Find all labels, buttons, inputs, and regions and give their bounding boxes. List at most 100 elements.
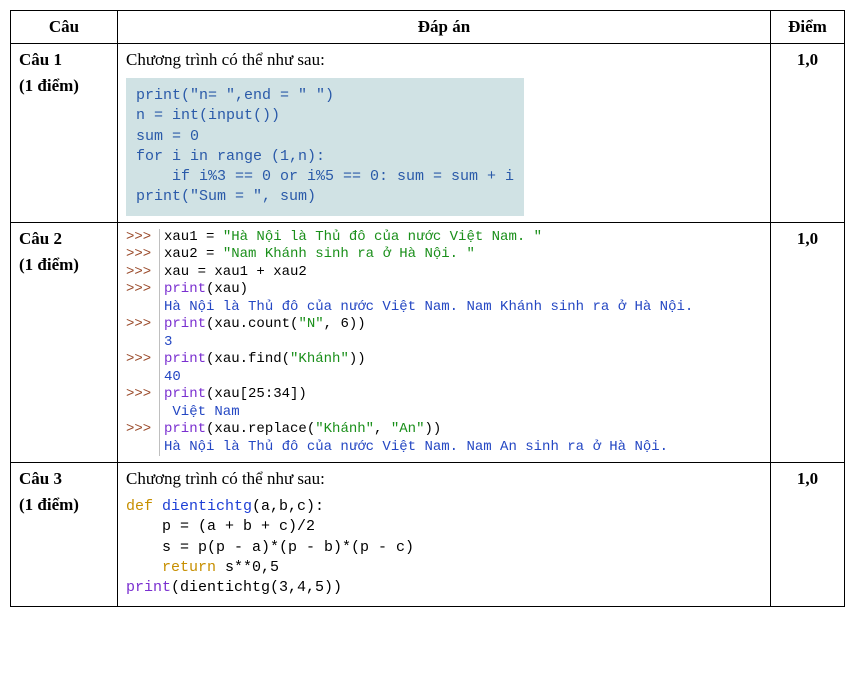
shell-line: >>>xau2 = "Nam Khánh sinh ra ở Hà Nội. " [126, 246, 762, 264]
code-token: (xau[25:34]) [206, 386, 307, 402]
code-token: "Khánh" [290, 351, 349, 367]
code-token: return [162, 559, 216, 576]
code-token: "N" [298, 316, 323, 332]
shell-code: print(xau.find("Khánh")) [160, 351, 366, 369]
code-token: xau1 = [164, 229, 223, 245]
question-title: Câu 1 [19, 50, 109, 70]
code-token: s**0,5 [216, 559, 279, 576]
shell-code: xau1 = "Hà Nội là Thủ đô của nước Việt N… [160, 229, 542, 247]
code-token: (xau) [206, 281, 248, 297]
header-cau: Câu [11, 11, 118, 44]
code-token: "Khánh" [315, 421, 374, 437]
table-row: Câu 2 (1 điểm) >>>xau1 = "Hà Nội là Thủ … [11, 222, 845, 463]
code-token: dientichtg [162, 498, 252, 515]
shell-code: print(xau.replace("Khánh", "An")) [160, 421, 441, 439]
shell-code: Việt Nam [160, 404, 240, 422]
code-token: 40 [164, 369, 181, 385]
python-shell-block: >>>xau1 = "Hà Nội là Thủ đô của nước Việ… [126, 229, 762, 457]
answer-intro: Chương trình có thể như sau: [126, 50, 762, 70]
shell-code: 3 [160, 334, 172, 352]
cell-answer: Chương trình có thể như sau: def dientic… [118, 463, 771, 607]
shell-line: 40 [126, 369, 762, 387]
code-token [153, 498, 162, 515]
shell-prompt [126, 334, 160, 352]
code-line: s = p(p - a)*(p - b)*(p - c) [126, 538, 762, 558]
header-diem: Điểm [771, 11, 845, 44]
code-token: p = (a + b + c)/2 [126, 518, 315, 535]
shell-line: >>>print(xau.count("N", 6)) [126, 316, 762, 334]
shell-line: Việt Nam [126, 404, 762, 422]
cell-score: 1,0 [771, 222, 845, 463]
shell-code: xau2 = "Nam Khánh sinh ra ở Hà Nội. " [160, 246, 475, 264]
question-title: Câu 2 [19, 229, 109, 249]
code-block: def dientichtg(a,b,c): p = (a + b + c)/2… [126, 495, 762, 600]
code-line: return s**0,5 [126, 558, 762, 578]
code-token: print [126, 579, 171, 596]
shell-prompt [126, 404, 160, 422]
shell-prompt: >>> [126, 264, 160, 282]
shell-line: Hà Nội là Thủ đô của nước Việt Nam. Nam … [126, 299, 762, 317]
code-token: (xau.find( [206, 351, 290, 367]
code-token: )) [349, 351, 366, 367]
code-token: print [164, 386, 206, 402]
code-token: (dientichtg(3,4,5)) [171, 579, 342, 596]
code-token: (xau.count( [206, 316, 298, 332]
code-token: , [374, 421, 391, 437]
code-token: "An" [391, 421, 425, 437]
shell-prompt: >>> [126, 281, 160, 299]
table-row: Câu 1 (1 điểm) Chương trình có thể như s… [11, 44, 845, 223]
code-token: 3 [164, 334, 172, 350]
code-line: p = (a + b + c)/2 [126, 517, 762, 537]
question-title: Câu 3 [19, 469, 109, 489]
shell-prompt [126, 439, 160, 457]
shell-code: print(xau) [160, 281, 248, 299]
code-token: "Hà Nội là Thủ đô của nước Việt Nam. " [223, 229, 542, 245]
code-token: Việt Nam [164, 404, 240, 420]
cell-score: 1,0 [771, 463, 845, 607]
cell-answer: >>>xau1 = "Hà Nội là Thủ đô của nước Việ… [118, 222, 771, 463]
code-token: s = p(p - a)*(p - b)*(p - c) [126, 539, 414, 556]
code-block: print("n= ",end = " ") n = int(input()) … [126, 78, 524, 216]
shell-line: >>>print(xau.find("Khánh")) [126, 351, 762, 369]
shell-code: print(xau[25:34]) [160, 386, 307, 404]
code-token: xau2 = [164, 246, 223, 262]
code-token: "Nam Khánh sinh ra ở Hà Nội. " [223, 246, 475, 262]
shell-code: Hà Nội là Thủ đô của nước Việt Nam. Nam … [160, 439, 668, 457]
cell-answer: Chương trình có thể như sau: print("n= "… [118, 44, 771, 223]
shell-prompt: >>> [126, 421, 160, 439]
shell-prompt: >>> [126, 351, 160, 369]
shell-code: Hà Nội là Thủ đô của nước Việt Nam. Nam … [160, 299, 693, 317]
shell-line: >>>xau1 = "Hà Nội là Thủ đô của nước Việ… [126, 229, 762, 247]
code-token: print [164, 421, 206, 437]
header-dapan: Đáp án [118, 11, 771, 44]
shell-prompt [126, 369, 160, 387]
cell-question-label: Câu 1 (1 điểm) [11, 44, 118, 223]
shell-code: print(xau.count("N", 6)) [160, 316, 366, 334]
code-token: xau = xau1 + xau2 [164, 264, 307, 280]
shell-code: 40 [160, 369, 181, 387]
code-token: (xau.replace( [206, 421, 315, 437]
cell-score: 1,0 [771, 44, 845, 223]
table-row: Câu 3 (1 điểm) Chương trình có thể như s… [11, 463, 845, 607]
shell-line: >>>xau = xau1 + xau2 [126, 264, 762, 282]
shell-line: >>>print(xau[25:34]) [126, 386, 762, 404]
shell-line: Hà Nội là Thủ đô của nước Việt Nam. Nam … [126, 439, 762, 457]
code-token: print [164, 351, 206, 367]
question-sub: (1 điểm) [19, 255, 109, 275]
code-line: print(dientichtg(3,4,5)) [126, 578, 762, 598]
code-token: Hà Nội là Thủ đô của nước Việt Nam. Nam … [164, 439, 668, 455]
answer-table: Câu Đáp án Điểm Câu 1 (1 điểm) Chương tr… [10, 10, 845, 607]
cell-question-label: Câu 2 (1 điểm) [11, 222, 118, 463]
code-token: print [164, 281, 206, 297]
question-sub: (1 điểm) [19, 495, 109, 515]
code-token: def [126, 498, 153, 515]
shell-prompt: >>> [126, 316, 160, 334]
shell-prompt: >>> [126, 229, 160, 247]
code-token: )) [424, 421, 441, 437]
shell-prompt: >>> [126, 246, 160, 264]
shell-line: >>>print(xau.replace("Khánh", "An")) [126, 421, 762, 439]
shell-prompt: >>> [126, 386, 160, 404]
shell-prompt [126, 299, 160, 317]
code-token [126, 559, 162, 576]
shell-code: xau = xau1 + xau2 [160, 264, 307, 282]
